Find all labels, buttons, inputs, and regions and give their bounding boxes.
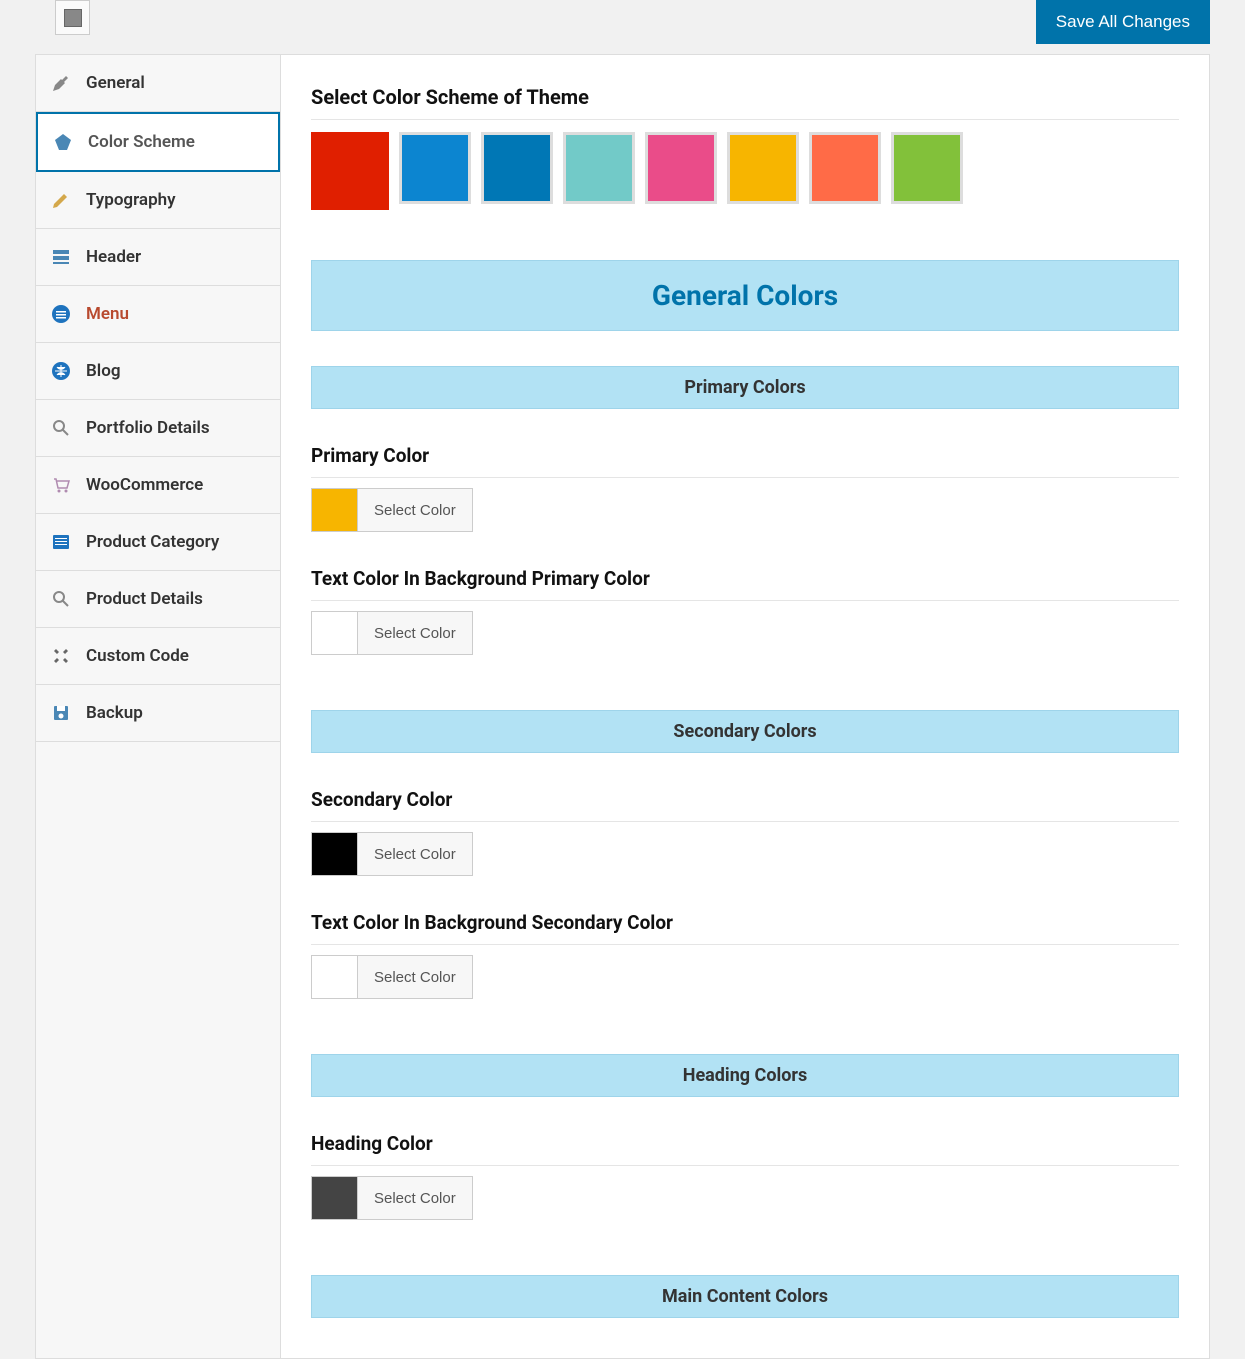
sidebar-item-label: Custom Code (86, 646, 189, 666)
primary-text-color-picker[interactable]: Select Color (311, 611, 473, 655)
sidebar-item-custom-code[interactable]: Custom Code (36, 628, 280, 685)
sidebar-item-label: Color Scheme (88, 132, 195, 152)
wrench-icon (50, 72, 72, 94)
sidebar-item-label: Product Category (86, 532, 219, 552)
secondary-colors-heading: Secondary Colors (311, 710, 1179, 753)
scheme-title: Select Color Scheme of Theme (311, 85, 1179, 120)
sidebar-item-menu[interactable]: Menu (36, 286, 280, 343)
sidebar-item-backup[interactable]: Backup (36, 685, 280, 742)
select-color-button[interactable]: Select Color (357, 612, 472, 654)
menu-icon (50, 303, 72, 325)
sidebar-item-label: Typography (86, 190, 176, 210)
disk-icon (50, 702, 72, 724)
search-icon (50, 588, 72, 610)
swatch-amber[interactable] (727, 132, 799, 204)
search-icon (50, 417, 72, 439)
sidebar-item-color-scheme[interactable]: Color Scheme (36, 112, 280, 172)
general-colors-heading: General Colors (311, 260, 1179, 331)
sidebar-item-label: Backup (86, 703, 143, 723)
layout-icon (50, 246, 72, 268)
palette-icon (52, 131, 74, 153)
sidebar-item-product-category[interactable]: Product Category (36, 514, 280, 571)
secondary-color-picker[interactable]: Select Color (311, 832, 473, 876)
sidebar-item-woocommerce[interactable]: WooCommerce (36, 457, 280, 514)
sidebar-item-label: General (86, 73, 145, 93)
sidebar-item-header[interactable]: Header (36, 229, 280, 286)
secondary-text-color-swatch (312, 956, 357, 998)
swatch-blue[interactable] (399, 132, 471, 204)
swatch-teal[interactable] (563, 132, 635, 204)
sidebar-item-product-details[interactable]: Product Details (36, 571, 280, 628)
swatch-pink[interactable] (645, 132, 717, 204)
secondary-color-label: Secondary Color (311, 788, 1179, 822)
theme-logo-icon (55, 0, 90, 35)
swatch-darkblue[interactable] (481, 132, 553, 204)
select-color-button[interactable]: Select Color (357, 956, 472, 998)
color-scheme-swatches (311, 132, 1179, 210)
sidebar-item-label: Menu (86, 304, 129, 324)
sidebar-item-general[interactable]: General (36, 55, 280, 112)
primary-text-color-label: Text Color In Background Primary Color (311, 567, 1179, 601)
sidebar-item-label: WooCommerce (86, 475, 203, 495)
primary-color-picker[interactable]: Select Color (311, 488, 473, 532)
secondary-text-color-picker[interactable]: Select Color (311, 955, 473, 999)
select-color-button[interactable]: Select Color (357, 489, 472, 531)
primary-colors-heading: Primary Colors (311, 366, 1179, 409)
sidebar-item-blog[interactable]: Blog (36, 343, 280, 400)
globe-icon (50, 360, 72, 382)
primary-color-swatch (312, 489, 357, 531)
main-content-colors-heading: Main Content Colors (311, 1275, 1179, 1318)
sidebar-item-label: Header (86, 247, 141, 267)
swatch-green[interactable] (891, 132, 963, 204)
save-all-button[interactable]: Save All Changes (1036, 0, 1210, 44)
secondary-text-color-label: Text Color In Background Secondary Color (311, 911, 1179, 945)
sidebar-item-label: Portfolio Details (86, 418, 210, 438)
sidebar-item-portfolio[interactable]: Portfolio Details (36, 400, 280, 457)
sidebar-item-typography[interactable]: Typography (36, 172, 280, 229)
heading-color-label: Heading Color (311, 1132, 1179, 1166)
cart-icon (50, 474, 72, 496)
select-color-button[interactable]: Select Color (357, 1177, 472, 1219)
sidebar-item-label: Blog (86, 361, 121, 381)
swatch-orange[interactable] (809, 132, 881, 204)
sidebar-item-label: Product Details (86, 589, 203, 609)
swatch-red[interactable] (311, 132, 389, 210)
primary-color-label: Primary Color (311, 444, 1179, 478)
heading-color-swatch (312, 1177, 357, 1219)
primary-text-color-swatch (312, 612, 357, 654)
tools-icon (50, 645, 72, 667)
pencil-icon (50, 189, 72, 211)
secondary-color-swatch (312, 833, 357, 875)
list-icon (50, 531, 72, 553)
select-color-button[interactable]: Select Color (357, 833, 472, 875)
content-area: Select Color Scheme of Theme General Col… (281, 55, 1209, 1358)
heading-colors-heading: Heading Colors (311, 1054, 1179, 1097)
sidebar: General Color Scheme Typography Header M… (36, 55, 281, 1358)
heading-color-picker[interactable]: Select Color (311, 1176, 473, 1220)
